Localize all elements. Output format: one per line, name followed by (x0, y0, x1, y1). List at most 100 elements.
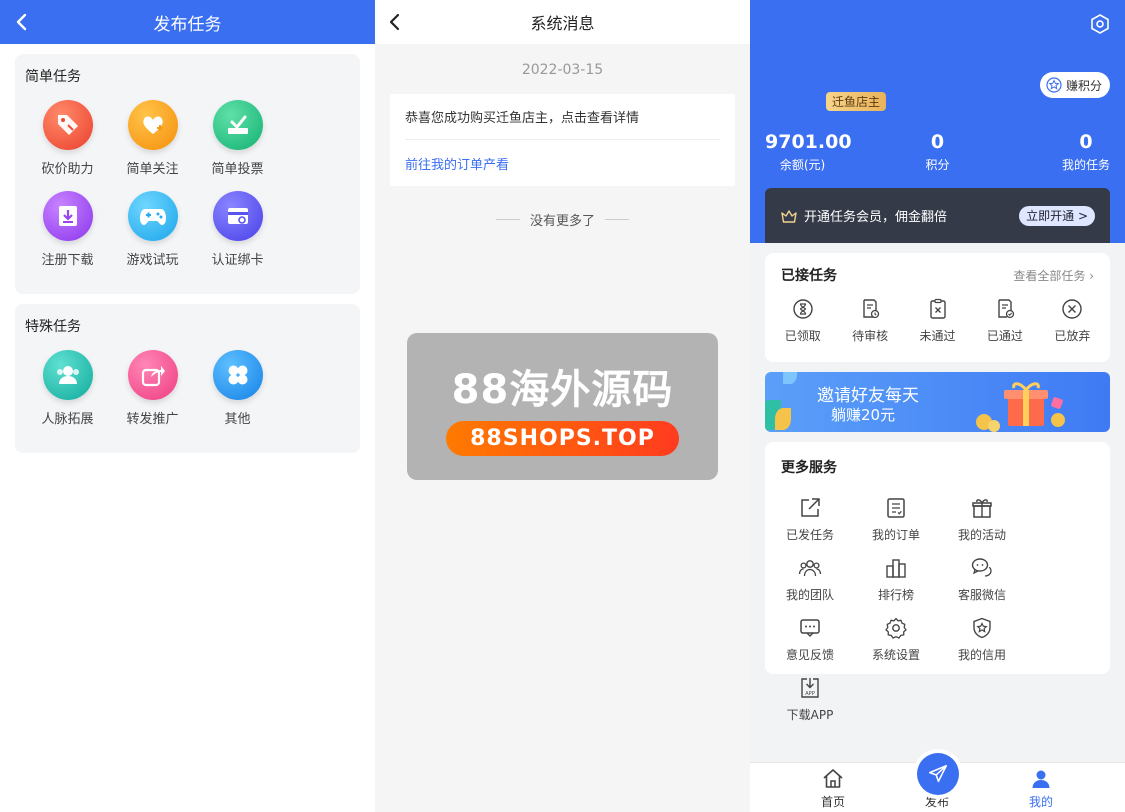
earn-points-button[interactable]: 赚积分 (1039, 72, 1110, 98)
messages-header: 系统消息 (375, 0, 750, 44)
back-button[interactable] (10, 10, 34, 34)
card-title: 更多服务 (781, 460, 837, 476)
service-label: 我的活动 (957, 528, 1006, 542)
service-my-credit[interactable]: 我的信用 (939, 616, 1025, 676)
task-status-approved[interactable]: 已通过 (971, 297, 1038, 344)
tab-home[interactable]: 首页 (793, 763, 873, 812)
service-my-orders[interactable]: 我的订单 (853, 496, 939, 556)
my-tasks-value: 0 (1079, 131, 1093, 153)
invite-line1: 邀请好友每天 (817, 386, 919, 406)
my-tasks-label: 我的任务 (1061, 158, 1110, 172)
task-status-label: 已领取 (784, 329, 821, 343)
service-label: 下载APP (786, 708, 834, 722)
doc-clock-icon (863, 299, 880, 319)
task-type-share[interactable]: 转发推广 (110, 350, 195, 427)
task-status-claimed[interactable]: 已领取 (769, 297, 836, 344)
task-status-label: 已通过 (986, 329, 1023, 343)
feedback-icon (800, 619, 820, 637)
service-label: 已发任务 (785, 528, 834, 542)
task-type-vote[interactable]: 简单投票 (195, 100, 280, 177)
no-more-indicator: 没有更多了 (375, 210, 750, 229)
special-task-section: 特殊任务 人脉拓展 转发推广 其他 (15, 304, 360, 453)
watermark-title: 88海外源码 (451, 367, 674, 413)
view-all-tasks-link[interactable]: 查看全部任务 › (1013, 267, 1094, 284)
tab-label: 我的 (1028, 795, 1053, 809)
invite-line2: 躺赚20元 (831, 406, 896, 424)
task-type-label: 认证绑卡 (211, 253, 264, 268)
task-status-label: 已放弃 (1054, 329, 1091, 343)
bottom-tab-bar: 首页 发布 我的 (750, 753, 1125, 812)
task-type-label: 其他 (224, 412, 251, 427)
balance-stat[interactable]: 9701.00 余额(元) (765, 131, 852, 173)
tab-label: 首页 (820, 795, 845, 809)
task-type-label: 人脉拓展 (41, 412, 94, 427)
points-label: 积分 (925, 158, 950, 172)
points-stat[interactable]: 0 积分 (900, 131, 975, 173)
vip-banner[interactable]: 开通任务会员，佣金翻倍 立即开通 > (765, 188, 1110, 243)
task-type-follow[interactable]: 简单关注 (110, 100, 195, 177)
task-type-label: 游戏试玩 (126, 253, 179, 268)
task-type-other[interactable]: 其他 (195, 350, 280, 427)
message-text: 恭喜您成功购买迁鱼店主，点击查看详情 (405, 94, 720, 140)
people-icon (42, 350, 93, 400)
section-title: 特殊任务 (25, 319, 81, 335)
clover-icon (212, 350, 263, 400)
task-type-label: 注册下载 (41, 253, 94, 268)
service-label: 排行榜 (877, 588, 914, 602)
balance-value: 9701.00 (765, 131, 852, 153)
app-download-icon: APP (801, 678, 819, 698)
task-status-abandoned[interactable]: 已放弃 (1039, 297, 1106, 344)
service-ranking[interactable]: 排行榜 (853, 556, 939, 616)
page-title: 系统消息 (530, 14, 595, 33)
my-tasks-stat[interactable]: 0 我的任务 (1050, 131, 1122, 173)
level-badge: 迁鱼店主 (826, 92, 887, 111)
clipboard-x-icon (929, 298, 946, 319)
task-type-game[interactable]: 游戏试玩 (110, 191, 195, 268)
star-circle-icon (1046, 77, 1062, 93)
service-published-tasks[interactable]: 已发任务 (767, 496, 853, 556)
user-icon (1032, 770, 1050, 788)
service-my-team[interactable]: 我的团队 (767, 556, 853, 616)
service-label: 我的信用 (957, 648, 1006, 662)
vip-text: 开通任务会员，佣金翻倍 (804, 210, 948, 225)
task-type-bargain[interactable]: 砍价助力 (25, 100, 110, 177)
service-label: 意见反馈 (785, 648, 834, 662)
task-status-rejected[interactable]: 未通过 (904, 297, 971, 344)
service-wechat-support[interactable]: 客服微信 (939, 556, 1025, 616)
service-download-app[interactable]: APP 下载APP (767, 676, 853, 736)
publish-fab-button[interactable] (917, 753, 959, 795)
service-feedback[interactable]: 意见反馈 (767, 616, 853, 676)
task-type-label: 转发推广 (126, 412, 179, 427)
divider (605, 219, 629, 220)
points-value: 0 (930, 131, 945, 153)
service-system-settings[interactable]: 系统设置 (853, 616, 939, 676)
card-link-icon (212, 191, 263, 241)
external-link-icon (801, 498, 820, 517)
service-my-activities[interactable]: 我的活动 (939, 496, 1025, 556)
tag-icon (42, 100, 93, 150)
profile-header: 赚积分 迁鱼店主 9701.00 余额(元) 0 积分 0 我的任务 开通任务会… (750, 0, 1125, 243)
task-type-bind-card[interactable]: 认证绑卡 (195, 191, 280, 268)
invite-banner[interactable]: 邀请好友每天 躺赚20元 (765, 372, 1110, 432)
message-card[interactable]: 恭喜您成功购买迁鱼店主，点击查看详情 前往我的订单产看 (390, 94, 735, 186)
task-type-network[interactable]: 人脉拓展 (25, 350, 110, 427)
task-type-label: 简单关注 (126, 162, 179, 177)
hourglass-icon (793, 299, 813, 319)
task-type-register[interactable]: 注册下载 (25, 191, 110, 268)
shield-star-icon (973, 617, 991, 639)
home-icon (823, 769, 843, 788)
back-button[interactable] (383, 10, 407, 34)
section-title: 简单任务 (25, 69, 81, 85)
gamepad-icon (127, 191, 178, 241)
vip-open-button[interactable]: 立即开通 > (1019, 205, 1095, 226)
gift-icon (972, 499, 992, 518)
message-date: 2022-03-15 (521, 62, 604, 78)
card-title: 已接任务 (781, 268, 837, 284)
more-services-card: 更多服务 已发任务 我的订单 我的活动 我的团队 排行榜 客服微信 意见反馈 系… (765, 442, 1110, 722)
task-type-label: 简单投票 (211, 162, 264, 177)
settings-button[interactable] (1089, 13, 1111, 35)
task-status-pending[interactable]: 待审核 (836, 297, 903, 344)
view-order-link[interactable]: 前往我的订单产看 (405, 140, 720, 186)
service-label: 客服微信 (957, 588, 1006, 602)
tab-mine[interactable]: 我的 (1001, 763, 1081, 812)
